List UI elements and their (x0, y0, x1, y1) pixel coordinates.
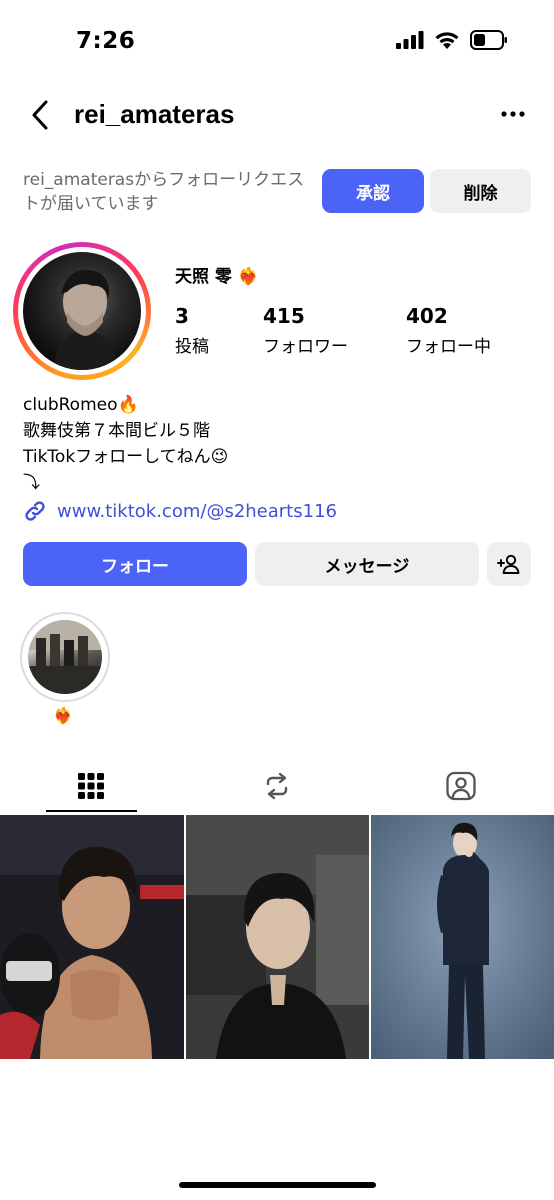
selected-tab-indicator (46, 810, 137, 812)
posts-count: 3 (175, 304, 189, 328)
post-thumbnail[interactable] (0, 815, 184, 1059)
status-bar: 7:26 (0, 0, 554, 80)
avatar-photo (23, 252, 141, 370)
tab-reposts[interactable] (232, 760, 322, 812)
post-thumbnail[interactable] (186, 815, 369, 1059)
tagged-icon (446, 771, 476, 801)
heart-fire-emoji: ❤️‍🔥 (237, 267, 260, 287)
status-time: 7:26 (76, 28, 136, 54)
more-options-button[interactable] (498, 102, 528, 126)
post-thumbnail[interactable] (371, 815, 554, 1059)
following-count: 402 (406, 304, 448, 328)
grid-icon (78, 773, 104, 799)
profile-link-text: www.tiktok.com/@s2hearts116 (57, 500, 337, 522)
display-name: 天照 零 ❤️‍🔥 (175, 267, 260, 287)
bio-line: clubRomeo🔥 (23, 395, 139, 415)
approve-button[interactable]: 承認 (322, 169, 424, 213)
status-icons (396, 30, 508, 50)
profile-link[interactable]: www.tiktok.com/@s2hearts116 (23, 499, 337, 523)
profile-tabs (0, 760, 554, 812)
home-indicator (179, 1182, 376, 1188)
delete-button[interactable]: 削除 (430, 169, 531, 213)
avatar[interactable] (13, 242, 151, 380)
followers-stat[interactable]: 415 フォロワー (263, 304, 348, 357)
follow-button[interactable]: フォロー (23, 542, 247, 586)
back-button[interactable] (26, 98, 56, 132)
signal-icon (396, 31, 424, 49)
highlight-label: ❤️‍🔥 (53, 706, 73, 725)
bio-line: ⤵︎ (23, 473, 40, 493)
bio-line: 歌舞伎第７本間ビル５階 (23, 421, 210, 441)
repost-icon (266, 772, 288, 800)
highlight-photo (28, 620, 102, 694)
bio: clubRomeo🔥 歌舞伎第７本間ビル５階 TikTokフォローしてねん😉 ⤵… (23, 392, 228, 496)
posts-stat[interactable]: 3 投稿 (175, 304, 209, 357)
battery-icon (470, 30, 507, 50)
suggest-users-button[interactable] (487, 542, 531, 586)
tab-tagged[interactable] (416, 760, 506, 812)
link-icon (25, 501, 45, 521)
more-icon (501, 111, 525, 117)
tab-posts-grid[interactable] (46, 760, 136, 812)
posts-grid (0, 815, 554, 1059)
wifi-icon (435, 32, 459, 49)
profile-username: rei_amateras (74, 99, 235, 129)
following-stat[interactable]: 402 フォロー中 (406, 304, 491, 357)
message-button[interactable]: メッセージ (255, 542, 479, 586)
chevron-left-icon (32, 100, 48, 130)
followers-count: 415 (263, 304, 305, 328)
follow-request-message: rei_amaterasからフォローリクエストが届いています (23, 170, 305, 214)
following-label: フォロー中 (406, 337, 491, 357)
posts-label: 投稿 (175, 337, 209, 357)
nav-bar: rei_amateras (0, 90, 554, 140)
story-highlight[interactable] (20, 612, 110, 702)
followers-label: フォロワー (263, 337, 348, 357)
add-user-icon (497, 554, 520, 574)
bio-line: TikTokフォローしてねん😉 (23, 447, 229, 467)
